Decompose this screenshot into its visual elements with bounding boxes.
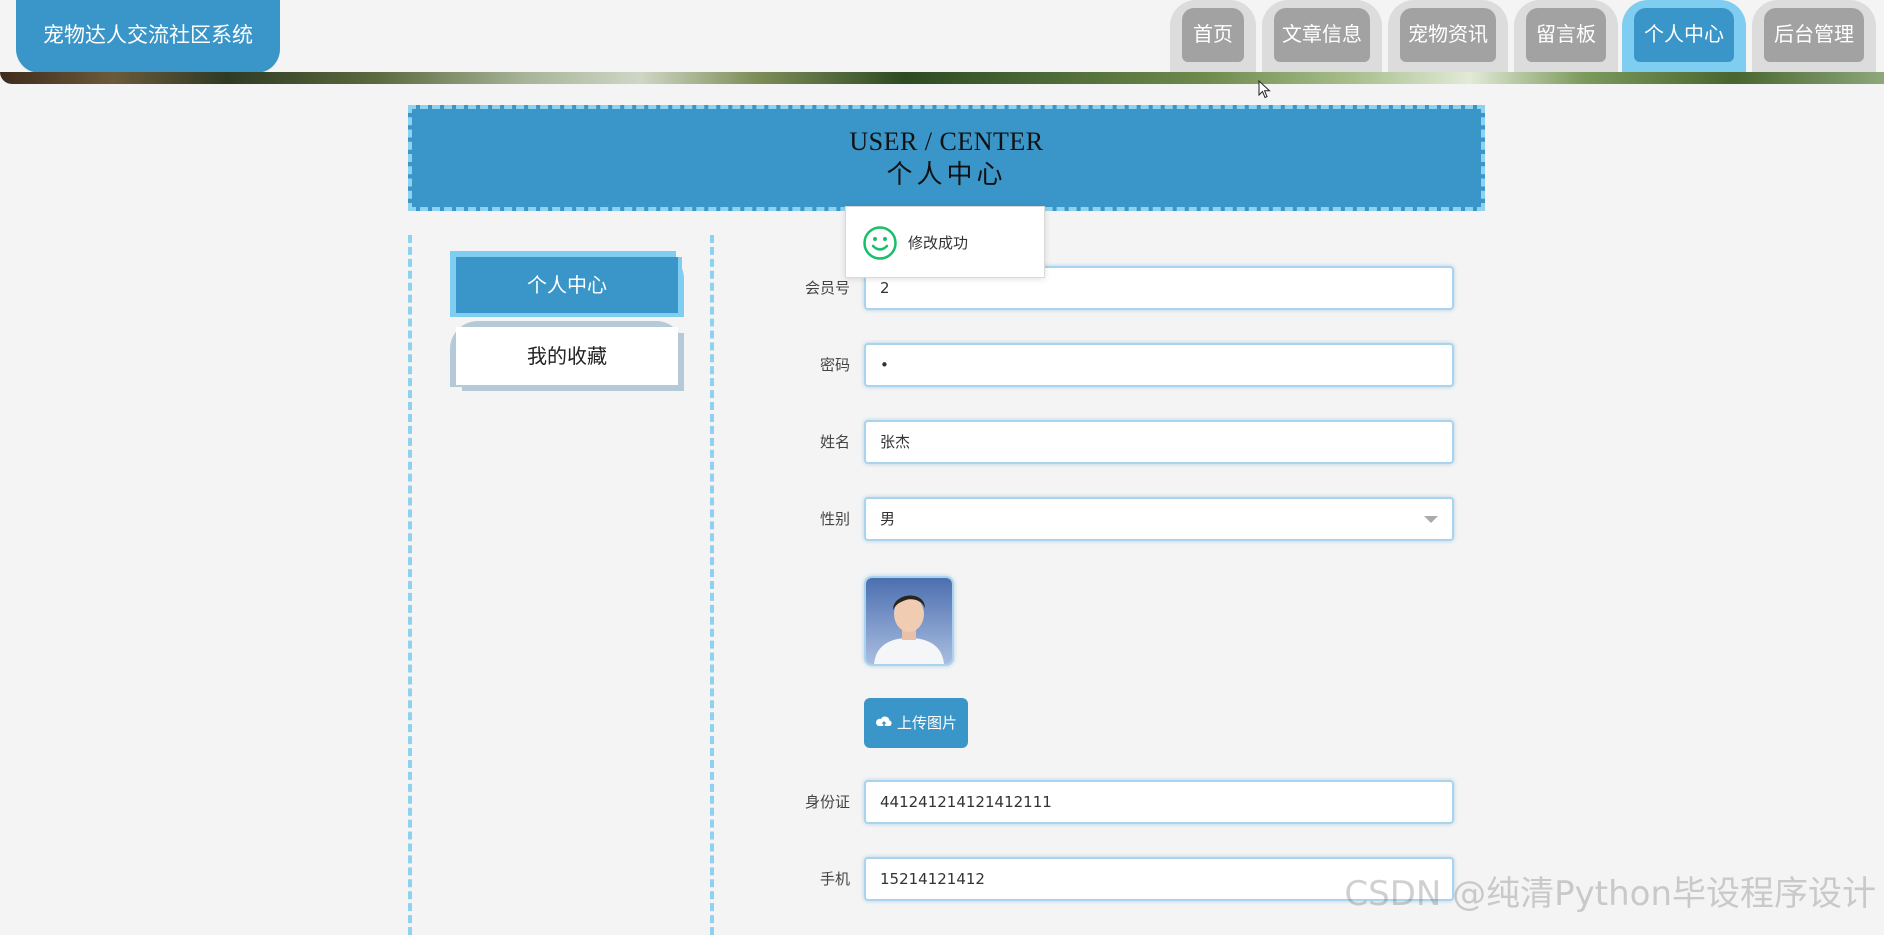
page-title-en: USER / CENTER bbox=[849, 127, 1044, 156]
header-banner-image bbox=[0, 72, 1884, 84]
smile-icon bbox=[863, 226, 897, 260]
page-title-cn: 个人中心 bbox=[886, 160, 1007, 189]
page-title-band: USER / CENTER 个人中心 bbox=[408, 105, 1485, 211]
sidebar: 个人中心 我的收藏 bbox=[408, 235, 714, 935]
gender-label: 性别 bbox=[819, 510, 850, 528]
upload-image-button[interactable]: 上传图片 bbox=[864, 698, 968, 748]
sidebar-item-user-center[interactable]: 个人中心 bbox=[450, 251, 684, 317]
nav-item-home[interactable]: 首页 bbox=[1170, 0, 1256, 74]
watermark-text: CSDN @纯清Python毕设程序设计 bbox=[1344, 874, 1876, 914]
avatar-image bbox=[864, 576, 954, 666]
name-input[interactable]: 张杰 bbox=[864, 420, 1454, 464]
chevron-down-icon bbox=[1424, 516, 1438, 523]
password-input[interactable]: • bbox=[864, 343, 1454, 387]
avatar-portrait bbox=[866, 578, 952, 664]
cloud-upload-icon bbox=[876, 716, 892, 727]
member-no-label: 会员号 bbox=[804, 279, 850, 297]
mouse-cursor-icon bbox=[1258, 80, 1271, 99]
name-label: 姓名 bbox=[819, 433, 850, 451]
nav-item-articles[interactable]: 文章信息 bbox=[1262, 0, 1382, 74]
id-card-label: 身份证 bbox=[804, 793, 850, 811]
header: 宠物达人交流社区系统 首页 文章信息 宠物资讯 留言板 个人中心 后台管理 bbox=[0, 0, 1884, 84]
nav-item-label: 首页 bbox=[1182, 8, 1244, 62]
nav-item-label: 宠物资讯 bbox=[1400, 8, 1496, 62]
site-title[interactable]: 宠物达人交流社区系统 bbox=[16, 0, 280, 73]
nav-item-pet-news[interactable]: 宠物资讯 bbox=[1388, 0, 1508, 74]
id-card-input[interactable]: 441241214121412111 bbox=[864, 780, 1454, 824]
nav-item-admin[interactable]: 后台管理 bbox=[1752, 0, 1876, 74]
sidebar-item-favorites[interactable]: 我的收藏 bbox=[450, 321, 684, 387]
nav-item-label: 个人中心 bbox=[1634, 8, 1734, 62]
nav-item-label: 文章信息 bbox=[1274, 8, 1370, 62]
toast-message: 修改成功 bbox=[908, 234, 969, 252]
success-toast: 修改成功 bbox=[845, 206, 1045, 278]
nav-item-guestbook[interactable]: 留言板 bbox=[1514, 0, 1618, 74]
nav-item-user-center[interactable]: 个人中心 bbox=[1622, 0, 1746, 74]
password-label: 密码 bbox=[819, 356, 850, 374]
phone-label: 手机 bbox=[819, 870, 850, 888]
upload-button-label: 上传图片 bbox=[896, 714, 957, 732]
nav-item-label: 后台管理 bbox=[1764, 8, 1864, 62]
gender-select-value: 男 bbox=[880, 510, 896, 528]
gender-select[interactable]: 男 bbox=[864, 497, 1454, 541]
nav-item-label: 留言板 bbox=[1526, 8, 1606, 62]
